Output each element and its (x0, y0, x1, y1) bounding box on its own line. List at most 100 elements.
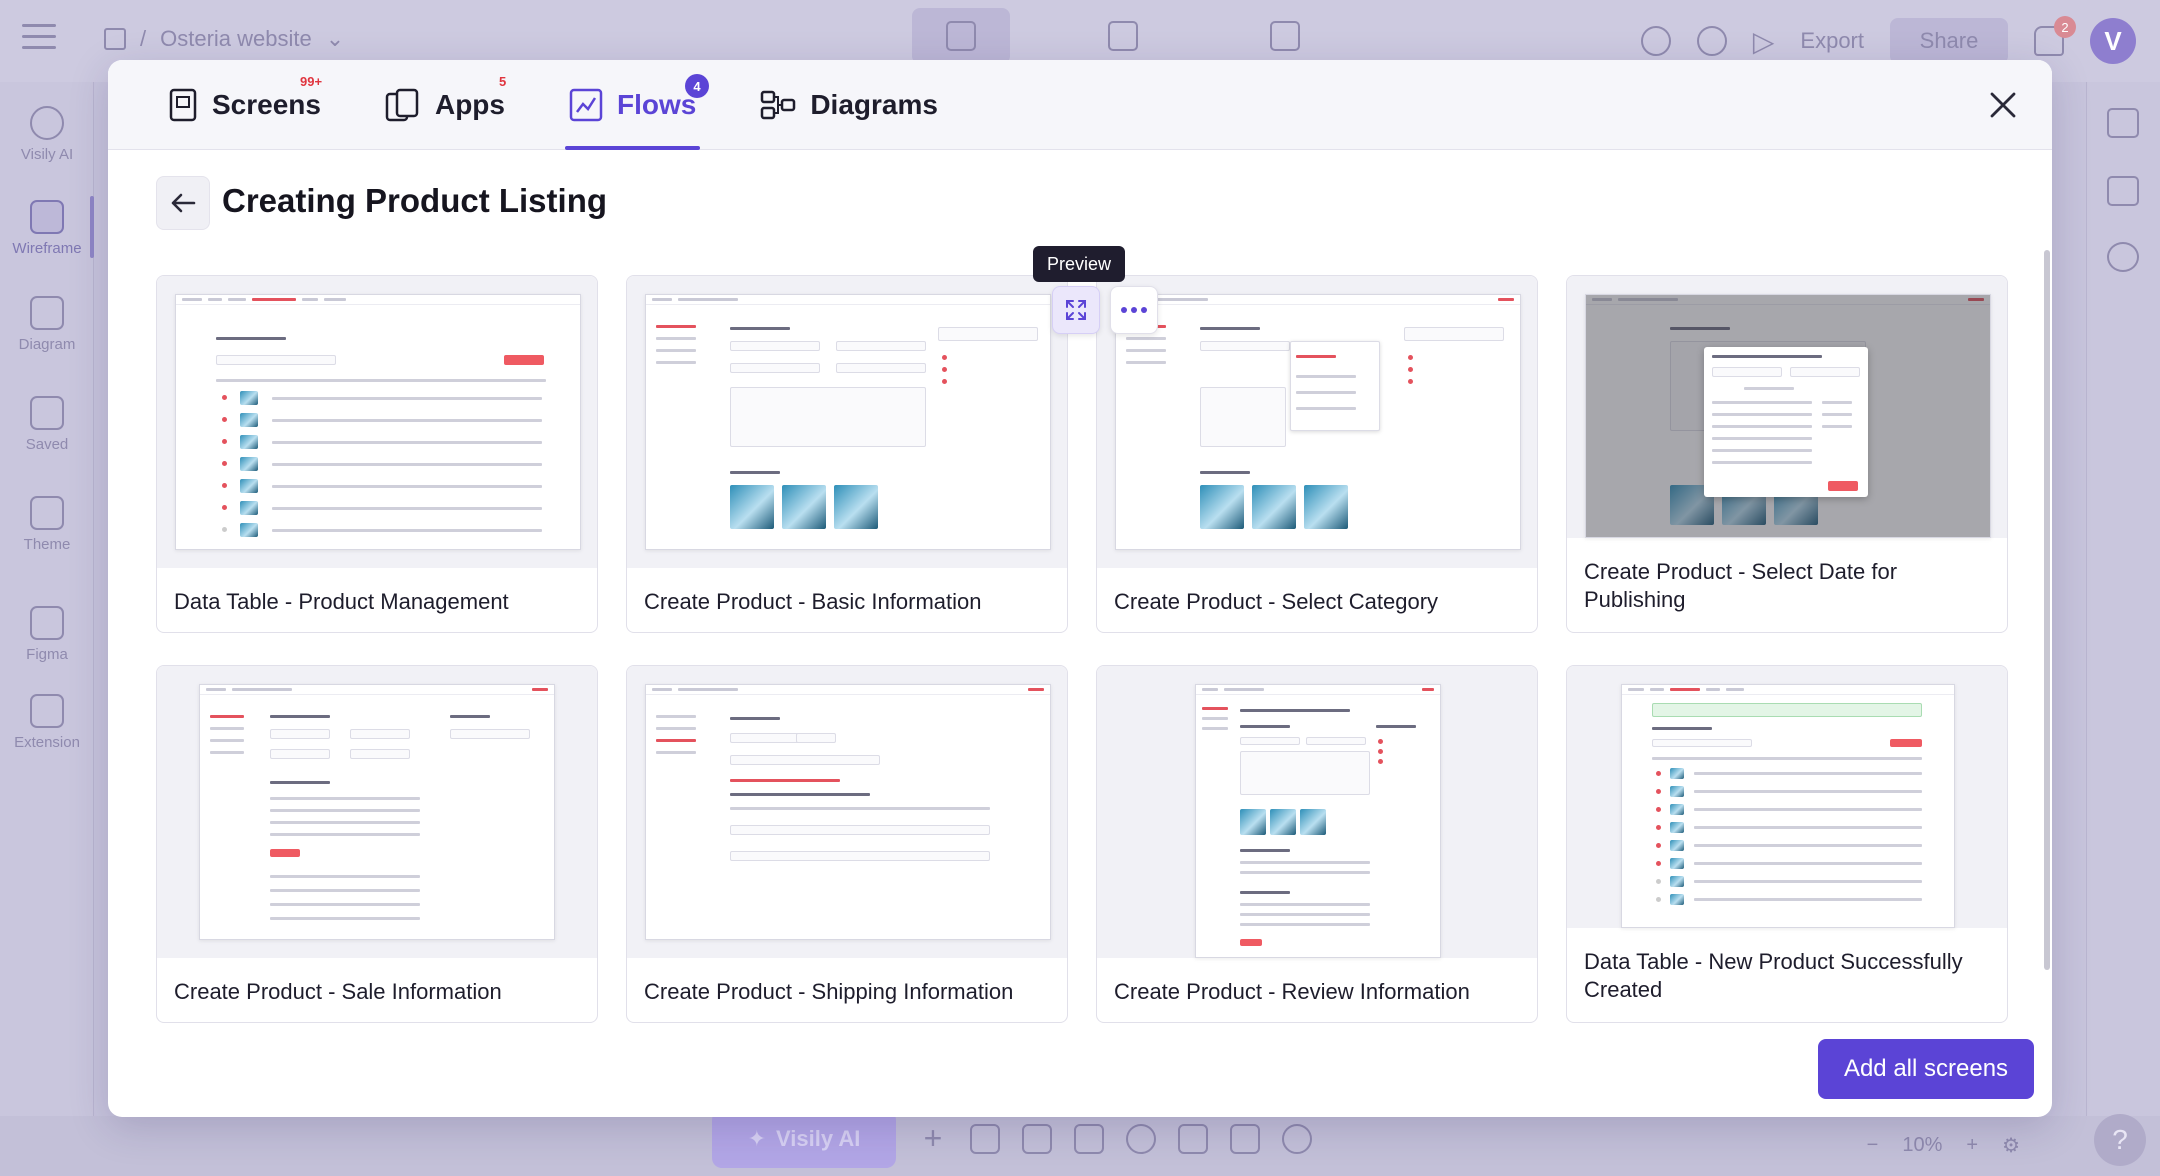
extension-icon (30, 694, 64, 728)
tab-diagrams[interactable]: Diagrams (756, 60, 942, 150)
mode-design-button[interactable] (912, 8, 1010, 64)
apps-icon (385, 88, 419, 122)
thumbnail-image (1585, 294, 1991, 538)
rail-extension[interactable]: Extension (0, 694, 94, 751)
screen-card[interactable]: Data Table - New Product Successfully Cr… (1566, 665, 2008, 1023)
more-dots-icon (1121, 307, 1147, 313)
figma-icon (30, 606, 64, 640)
screen-caption: Create Product - Review Information (1114, 979, 1470, 1004)
pen-icon[interactable] (1230, 1124, 1260, 1154)
play-icon[interactable]: ▷ (1753, 25, 1775, 58)
screen-grid: Data Table - Product Management Create P… (156, 275, 2008, 1023)
notification-badge: 2 (2054, 16, 2076, 38)
avatar[interactable]: V (2090, 18, 2136, 64)
wireframe-icon (30, 200, 64, 234)
settings-icon[interactable]: ⚙ (2002, 1133, 2020, 1158)
export-button[interactable]: Export (1800, 28, 1864, 54)
screen-card[interactable]: Create Product - Basic Information (626, 275, 1068, 633)
zoom-in-button[interactable]: + (1966, 1134, 1978, 1157)
screen-caption: Create Product - Shipping Information (644, 979, 1014, 1004)
rail-figma[interactable]: Figma (0, 606, 94, 663)
scrollbar[interactable] (2044, 250, 2050, 970)
screen-thumbnail (1097, 666, 1537, 958)
zoom-out-button[interactable]: − (1867, 1134, 1879, 1157)
tab-label: Apps (434, 89, 505, 120)
library-modal: Screens 99+ Apps 5 Flows 4 Diagrams Crea… (108, 60, 2052, 1117)
project-name[interactable]: Osteria website (160, 26, 312, 52)
tab-count-badge: 5 (498, 74, 507, 89)
screen-card[interactable]: Create Product - Sale Information (156, 665, 598, 1023)
design-icon (946, 21, 976, 51)
flow-icon[interactable] (1022, 1124, 1052, 1154)
emoji-icon[interactable] (1126, 1124, 1156, 1154)
add-all-screens-button[interactable]: Add all screens (1818, 1039, 2034, 1099)
menu-icon[interactable] (22, 24, 56, 54)
tab-flows[interactable]: Flows 4 (564, 60, 709, 150)
visily-ai-button[interactable]: ✦ Visily AI (712, 1110, 896, 1168)
tab-apps[interactable]: Apps 5 (381, 60, 509, 150)
rail-label: Extension (14, 734, 80, 751)
prototype-icon (1108, 21, 1138, 51)
screen-card[interactable]: Create Product - Select Date for Publish… (1566, 275, 2008, 633)
mode-prototype-button[interactable] (1074, 8, 1172, 64)
visily-ai-label: Visily AI (776, 1126, 861, 1151)
add-icon[interactable]: + (918, 1122, 948, 1154)
rail-diagram[interactable]: Diagram (0, 296, 94, 353)
rail-saved[interactable]: Saved (0, 396, 94, 453)
screen-card[interactable]: Data Table - Product Management (156, 275, 598, 633)
rail-label: Figma (26, 646, 68, 663)
screen-icon (169, 88, 197, 122)
code-icon (1270, 21, 1300, 51)
mode-handoff-button[interactable] (1236, 8, 1334, 64)
more-options-button[interactable] (1110, 286, 1158, 334)
flows-icon (569, 88, 603, 122)
sparkle-icon: ✦ (747, 1126, 767, 1151)
rail-label: Diagram (18, 336, 76, 353)
hand-icon[interactable] (1282, 1124, 1312, 1154)
search-icon[interactable] (1640, 26, 1671, 56)
screen-card[interactable]: Create Product - Shipping Information (626, 665, 1068, 1023)
notification-bell-icon[interactable]: 2 (2034, 16, 2076, 56)
tab-count-badge: 99+ (300, 74, 323, 89)
close-icon[interactable] (1988, 90, 2018, 120)
screen-caption: Create Product - Select Date for Publish… (1584, 559, 1898, 612)
rail-theme[interactable]: Theme (0, 496, 94, 553)
screen-thumbnail (1567, 666, 2007, 928)
zoom-level[interactable]: 10% (1902, 1134, 1942, 1157)
arrow-left-icon (171, 193, 196, 213)
rail-label: Visily AI (20, 146, 74, 163)
tab-screens[interactable]: Screens 99+ (164, 60, 325, 150)
screen-card[interactable]: Create Product - Review Information (1096, 665, 1538, 1023)
rail-visily-ai[interactable]: Visily AI (0, 106, 94, 163)
screen-thumbnail (627, 666, 1067, 958)
screen-card[interactable]: Create Product - Select Category (1096, 275, 1538, 633)
screen-thumbnail (1567, 276, 2007, 538)
thumbnail-image (1115, 294, 1521, 550)
help-button[interactable]: ? (2094, 1114, 2146, 1166)
home-icon[interactable] (104, 28, 126, 50)
text-tool-icon[interactable] (1074, 1124, 1104, 1154)
screen-thumbnail (157, 666, 597, 958)
top-right-actions: ▷ Export Share 2 V (1640, 16, 2136, 64)
screen-caption: Data Table - New Product Successfully Cr… (1584, 949, 1963, 1002)
thumbnail-image (1195, 684, 1441, 958)
thumbnail-image (175, 294, 581, 550)
components-icon[interactable] (970, 1124, 1000, 1154)
back-button[interactable] (156, 176, 210, 230)
thumbnail-image (645, 684, 1051, 940)
add-icon[interactable] (1696, 26, 1727, 56)
rail-label: Wireframe (12, 240, 82, 257)
zoom-controls: − 10% + ⚙ (1867, 1133, 2020, 1158)
properties-icon[interactable] (2107, 108, 2139, 138)
comments-icon[interactable] (2107, 242, 2139, 272)
preview-button[interactable] (1052, 286, 1100, 334)
tab-count-badge: 4 (684, 74, 709, 98)
modal-tabs: Screens 99+ Apps 5 Flows 4 Diagrams (164, 60, 942, 150)
saved-icon (30, 396, 64, 430)
layers-icon[interactable] (2107, 176, 2139, 206)
rail-wireframe[interactable]: Wireframe (0, 200, 94, 257)
breadcrumb[interactable]: / Osteria website ⌄ (104, 26, 344, 52)
share-button[interactable]: Share (1890, 18, 2008, 64)
screen-thumbnail (157, 276, 597, 568)
sticky-note-icon[interactable] (1178, 1124, 1208, 1154)
